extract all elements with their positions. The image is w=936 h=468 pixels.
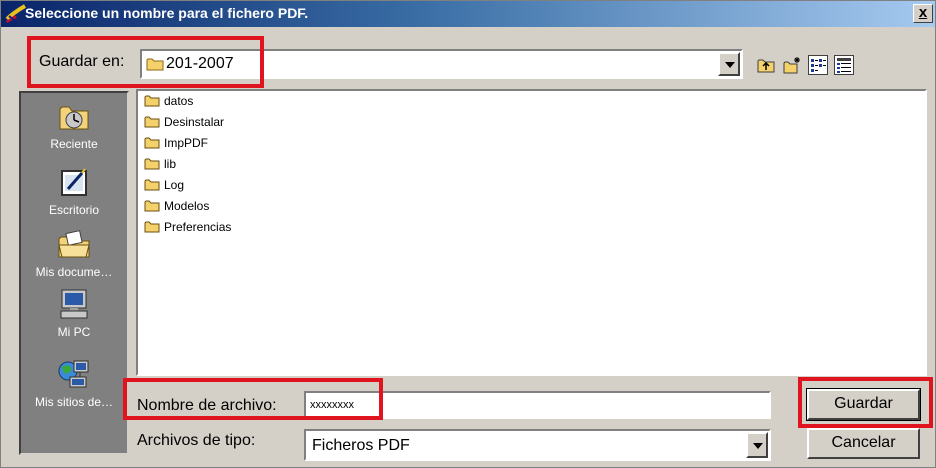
file-list[interactable]: datos Desinstalar ImpPDF lib Log Modelos… [136,89,927,376]
network-places-icon [58,360,89,388]
filename-label: Nombre de archivo: [137,397,277,414]
my-documents-icon [58,230,90,258]
place-my-computer[interactable]: Mi PC [21,287,127,339]
file-name: Modelos [164,199,210,213]
place-label-network: Mis sitios de… [34,395,114,409]
file-name: lib [164,157,177,171]
place-label-recent: Reciente [50,137,98,151]
desktop-icon [61,168,87,196]
title-bar[interactable]: Seleccione un nombre para el fichero PDF… [1,1,935,27]
filetype-value: Ficheros PDF [312,437,410,454]
folder-icon [144,158,160,170]
folder-icon [146,58,164,71]
filetype-combobox[interactable]: Ficheros PDF [304,429,771,461]
filetype-label: Archivos de tipo: [137,432,256,449]
place-network[interactable]: Mis sitios de… [21,357,127,409]
cancel-button[interactable]: Cancelar [807,428,920,459]
new-folder-icon[interactable] [783,56,801,74]
close-button[interactable]: x [913,4,933,23]
place-label-desktop: Escritorio [48,203,99,217]
filename-value: xxxxxxxx [310,399,354,411]
chevron-down-icon [753,443,763,449]
file-name: datos [164,94,194,108]
save-in-label: Guardar en: [39,53,125,70]
folder-icon [144,95,160,107]
place-label-my-computer: Mi PC [57,325,91,339]
file-name: Desinstalar [164,115,225,129]
place-desktop[interactable]: Escritorio [21,165,127,217]
list-view-icon[interactable] [808,55,828,75]
filename-input[interactable]: xxxxxxxx [304,391,771,419]
current-folder-value: 201-2007 [166,55,234,72]
folder-icon [144,221,160,233]
place-label-my-documents: Mis docume… [35,265,113,279]
folder-icon [144,116,160,128]
recent-icon [59,106,89,130]
window-title: Seleccione un nombre para el fichero PDF… [25,5,309,21]
place-my-documents[interactable]: Mis docume… [21,227,127,279]
places-bar: Reciente Escritorio Mis docume… Mi PC Mi… [19,91,129,455]
place-recent[interactable]: Reciente [21,99,127,151]
filetype-dropdown-button[interactable] [746,432,768,458]
chevron-down-icon [725,62,735,68]
save-pdf-dialog: Seleccione un nombre para el fichero PDF… [0,0,936,468]
pdf-writer-logo-icon [5,4,27,23]
my-computer-icon [60,289,88,319]
file-name: Preferencias [164,220,232,234]
file-name: Log [164,178,185,192]
save-button[interactable]: Guardar [806,388,921,421]
folder-icon [144,200,160,212]
details-view-icon[interactable] [834,55,854,75]
up-folder-icon[interactable] [757,56,775,74]
save-in-dropdown-button[interactable] [718,52,740,76]
folder-icon [144,179,160,191]
file-name: ImpPDF [164,136,209,150]
save-in-combobox[interactable]: 201-2007 [140,49,743,79]
folder-icon [144,137,160,149]
